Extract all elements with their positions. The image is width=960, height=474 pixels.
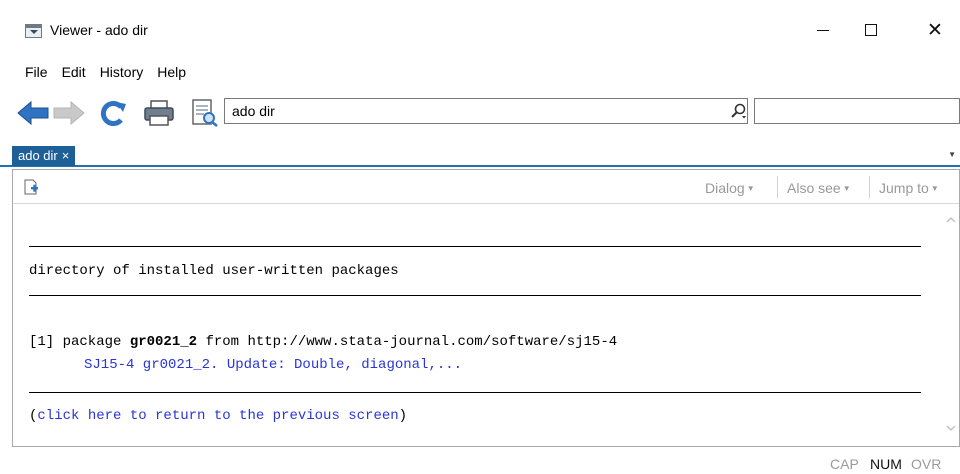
caret-down-icon: ▼: [746, 184, 755, 193]
refresh-icon[interactable]: [96, 98, 130, 128]
tab-ado-dir[interactable]: ado dir ×: [12, 146, 76, 166]
package-description-link[interactable]: SJ15-4 gr0021_2. Update: Double, diagona…: [84, 357, 462, 373]
tab-strip: ado dir × ▼: [0, 142, 960, 167]
minimize-button[interactable]: [800, 14, 846, 46]
menu-file[interactable]: File: [0, 64, 55, 80]
minimize-icon: [817, 29, 829, 31]
find-in-page-icon[interactable]: [188, 98, 222, 128]
tab-list-dropdown-icon[interactable]: ▼: [948, 150, 956, 159]
tab-label: ado dir: [18, 148, 58, 163]
close-button[interactable]: ✕: [912, 14, 958, 46]
dialog-menu[interactable]: Dialog ▼: [705, 180, 755, 196]
menu-bar: File Edit History Help: [0, 60, 193, 84]
new-viewer-icon[interactable]: [23, 179, 39, 195]
maximize-button[interactable]: [848, 14, 894, 46]
maximize-icon: [865, 24, 877, 36]
toolbar-divider: [777, 176, 778, 198]
viewer-toolbar: Dialog ▼ Also see ▼ Jump to ▼: [13, 170, 959, 204]
tab-close-icon[interactable]: ×: [62, 148, 70, 163]
toolbar-divider: [869, 176, 870, 198]
return-link[interactable]: click here to return to the previous scr…: [37, 408, 398, 424]
search-input[interactable]: [754, 98, 960, 124]
viewer-app-icon: [25, 24, 42, 38]
title-bar: Viewer - ado dir ✕: [0, 0, 960, 58]
divider: [29, 246, 921, 247]
package-name: gr0021_2: [129, 334, 198, 350]
scroll-up-icon[interactable]: [945, 214, 957, 226]
overwrite-indicator: OVR: [911, 456, 942, 472]
caret-down-icon: ▼: [842, 184, 851, 193]
menu-help[interactable]: Help: [150, 64, 193, 80]
forward-arrow-icon[interactable]: [52, 98, 86, 128]
window-title: Viewer - ado dir: [50, 22, 148, 38]
menu-edit[interactable]: Edit: [55, 64, 93, 80]
menu-history[interactable]: History: [93, 64, 151, 80]
divider: [29, 392, 921, 393]
scroll-down-icon[interactable]: [945, 422, 957, 434]
divider: [29, 295, 921, 296]
caret-down-icon: ▼: [930, 184, 939, 193]
also-see-menu[interactable]: Also see ▼: [787, 180, 851, 196]
num-lock-indicator: NUM: [870, 456, 902, 472]
address-input[interactable]: ado dir: [224, 98, 748, 124]
print-icon[interactable]: [142, 98, 176, 128]
heading: directory of installed user-written pack…: [29, 263, 399, 279]
return-line: (click here to return to the previous sc…: [29, 408, 408, 424]
jump-to-menu[interactable]: Jump to ▼: [879, 180, 939, 196]
back-arrow-icon[interactable]: [16, 98, 50, 128]
viewer-pane: Dialog ▼ Also see ▼ Jump to ▼ directory of …: [12, 169, 960, 447]
package-line: [1] package gr0021_2 from http://www.sta…: [29, 334, 618, 350]
status-bar: CAP NUM OVR: [0, 447, 960, 474]
caps-lock-indicator: CAP: [830, 456, 859, 472]
search-icon[interactable]: [730, 102, 748, 120]
